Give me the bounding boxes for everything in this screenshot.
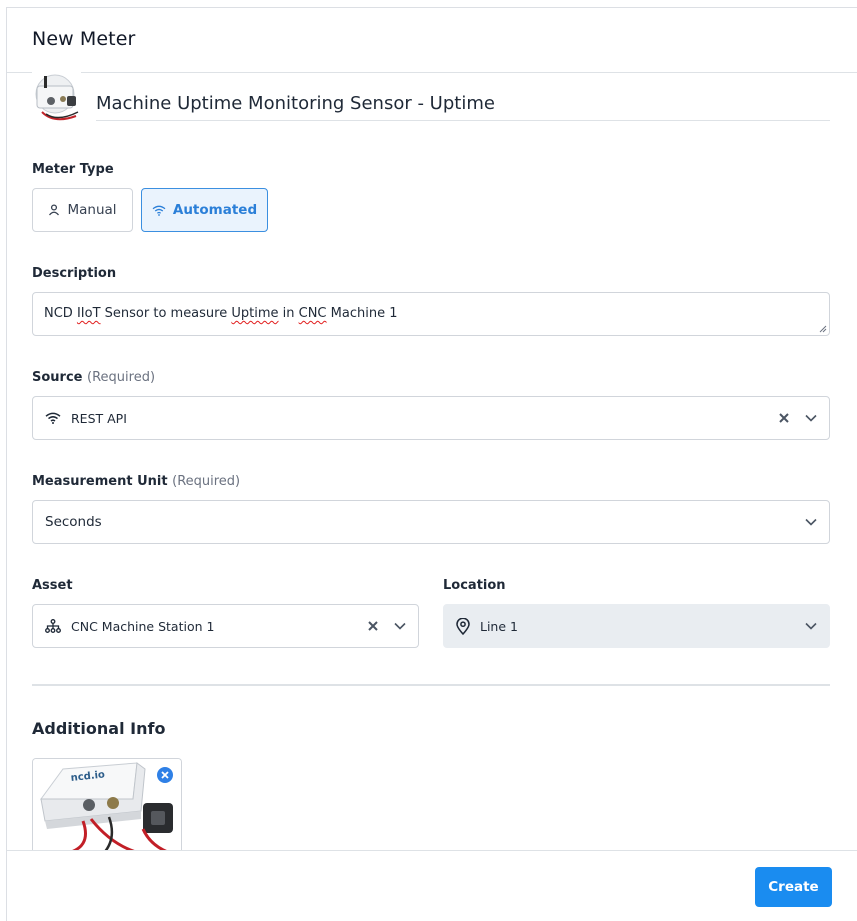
location-icon-wrap xyxy=(456,617,470,635)
remove-image-button[interactable] xyxy=(157,767,173,783)
meter-type-manual-label: Manual xyxy=(67,202,117,218)
source-dropdown-toggle[interactable] xyxy=(803,410,819,426)
close-icon xyxy=(779,413,789,423)
description-text-4: Uptime xyxy=(231,306,279,321)
new-meter-modal: New Meter Meter Type Manual xyxy=(6,7,857,921)
source-wifi-icon-wrap xyxy=(45,412,61,424)
wifi-icon xyxy=(45,412,61,424)
source-clear-button[interactable] xyxy=(776,410,792,426)
source-label: Source (Required) xyxy=(32,370,155,385)
resize-grip-icon[interactable] xyxy=(819,325,827,333)
additional-info-title: Additional Info xyxy=(32,719,166,738)
unit-label-text: Measurement Unit xyxy=(32,474,168,489)
location-label: Location xyxy=(443,578,506,593)
meter-name-input[interactable] xyxy=(96,87,830,121)
meter-type-label: Meter Type xyxy=(32,162,114,177)
modal-footer: Create xyxy=(7,850,857,921)
hierarchy-icon xyxy=(45,619,61,633)
unit-dropdown-toggle[interactable] xyxy=(803,514,819,530)
chevron-down-icon xyxy=(394,622,406,630)
source-value: REST API xyxy=(71,410,127,426)
person-icon xyxy=(49,204,60,216)
attached-image-card[interactable]: ncd.io xyxy=(32,758,182,853)
modal-title: New Meter xyxy=(32,28,136,50)
create-button[interactable]: Create xyxy=(755,867,832,907)
meter-type-automated-label: Automated xyxy=(172,202,258,218)
description-text-2: IIoT xyxy=(76,306,101,321)
description-text-3: Sensor to measure xyxy=(100,306,232,321)
description-text-7: Machine 1 xyxy=(326,306,398,321)
chevron-down-icon xyxy=(805,622,817,630)
asset-value: CNC Machine Station 1 xyxy=(71,618,215,634)
asset-label: Asset xyxy=(32,578,73,593)
wifi-icon xyxy=(152,205,166,216)
unit-value: Seconds xyxy=(45,514,102,530)
location-select[interactable]: Line 1 xyxy=(443,604,830,648)
description-textarea[interactable]: NCD IIoT Sensor to measure Uptime in CNC… xyxy=(32,292,830,336)
source-label-text: Source xyxy=(32,370,83,385)
location-value: Line 1 xyxy=(480,618,518,634)
map-pin-icon xyxy=(456,617,470,635)
asset-icon-wrap xyxy=(45,619,61,633)
asset-select[interactable]: CNC Machine Station 1 xyxy=(32,604,419,648)
chevron-down-icon xyxy=(805,518,817,526)
meter-thumbnail[interactable] xyxy=(32,72,81,124)
description-text-5: in xyxy=(278,306,299,321)
unit-label: Measurement Unit (Required) xyxy=(32,474,240,489)
close-icon xyxy=(161,771,169,779)
meter-type-automated-button[interactable]: Automated xyxy=(141,188,268,232)
source-required-text: (Required) xyxy=(87,370,156,385)
description-text-1: NCD xyxy=(44,306,77,321)
measurement-unit-select[interactable]: Seconds xyxy=(32,500,830,544)
location-dropdown-toggle[interactable] xyxy=(803,618,819,634)
modal-header: New Meter xyxy=(7,8,857,73)
close-icon xyxy=(368,621,378,631)
section-divider xyxy=(32,684,830,686)
asset-dropdown-toggle[interactable] xyxy=(392,618,408,634)
unit-required-text: (Required) xyxy=(172,474,241,489)
meter-type-manual-button[interactable]: Manual xyxy=(32,188,133,232)
sensor-device-image xyxy=(32,72,81,124)
description-text-6: CNC xyxy=(298,306,327,321)
description-label: Description xyxy=(32,266,117,281)
asset-clear-button[interactable] xyxy=(365,618,381,634)
chevron-down-icon xyxy=(805,414,817,422)
source-select[interactable]: REST API xyxy=(32,396,830,440)
